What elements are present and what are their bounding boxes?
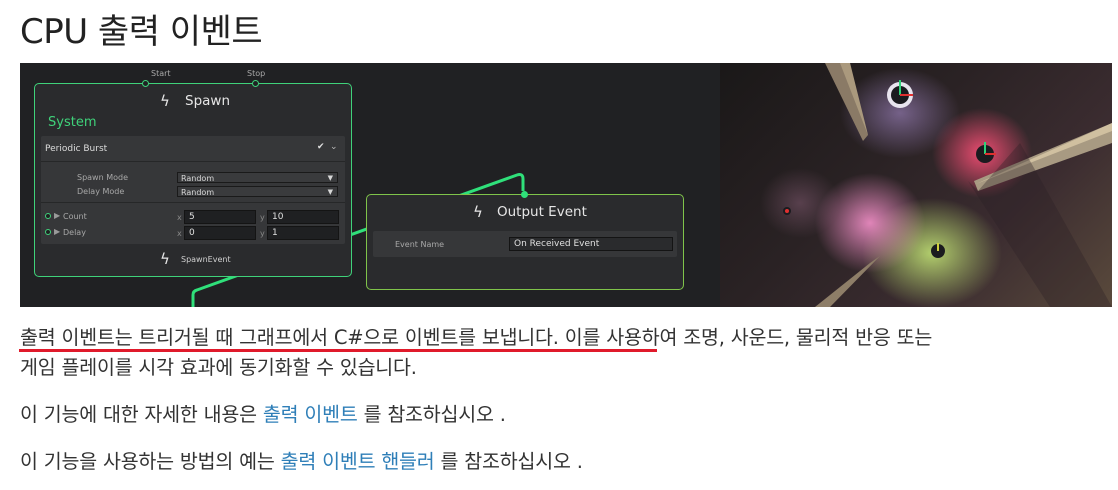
count-x-label: x bbox=[177, 213, 182, 222]
more-info-suffix: 를 참조하십시오 . bbox=[357, 403, 506, 426]
spike-bottom bbox=[815, 256, 880, 307]
example-prefix: 이 기능을 사용하는 방법의 예는 bbox=[20, 450, 281, 473]
delay-expand-icon[interactable]: ▶ bbox=[54, 227, 60, 236]
paragraph-description-line2: 게임 플레이를 시각 효과에 동기화할 수 있습니다. bbox=[20, 356, 417, 379]
start-port[interactable] bbox=[142, 80, 149, 87]
paragraph-example: 이 기능을 사용하는 방법의 예는 출력 이벤트 핸들러 를 참조하십시오 . bbox=[20, 447, 583, 477]
event-name-input[interactable]: On Received Event bbox=[509, 237, 673, 251]
paragraph-more-info: 이 기능에 대한 자세한 내용은 출력 이벤트 를 참조하십시오 . bbox=[20, 400, 506, 430]
block-enabled-checkbox-icon[interactable]: ✔ bbox=[317, 142, 325, 152]
spawn-bolt-icon: ϟ bbox=[160, 92, 170, 110]
delay-y-label: y bbox=[260, 229, 265, 238]
delay-label: Delay bbox=[63, 228, 86, 237]
scene-preview bbox=[720, 63, 1112, 307]
more-info-prefix: 이 기능에 대한 자세한 내용은 bbox=[20, 403, 263, 426]
page-title: CPU 출력 이벤트 bbox=[20, 12, 263, 52]
example-suffix: 를 참조하십시오 . bbox=[434, 450, 583, 473]
vfx-graph-figure: ϟ Spawn System Periodic Burst ✔ ⌄ Spawn … bbox=[20, 63, 1112, 307]
spawnevent-output-label: SpawnEvent bbox=[181, 255, 231, 264]
delay-mode-label: Delay Mode bbox=[77, 187, 125, 196]
spawn-mode-dropdown-arrow-icon: ▼ bbox=[327, 174, 333, 182]
output-event-handler-link[interactable]: 출력 이벤트 핸들러 bbox=[281, 450, 435, 473]
paragraph-description-rest: . 이를 사용하여 조명, 사운드, 물리적 반응 또는 bbox=[552, 326, 933, 349]
delay-mode-dropdown-arrow-icon: ▼ bbox=[327, 188, 333, 196]
delay-mode-value: Random bbox=[181, 188, 215, 197]
system-context-label: System bbox=[48, 115, 97, 130]
output-event-input-port[interactable] bbox=[521, 191, 528, 198]
count-y-input[interactable]: 10 bbox=[267, 210, 339, 224]
output-event-bolt-icon: ϟ bbox=[473, 203, 483, 221]
event-name-label: Event Name bbox=[395, 240, 445, 249]
highlighted-sentence: 출력 이벤트는 트리거될 때 그래프에서 C#으로 이벤트를 보냅니다 bbox=[20, 326, 553, 349]
stop-port-label: Stop bbox=[247, 69, 266, 78]
spawn-mode-value: Random bbox=[181, 174, 215, 183]
delay-input-port[interactable] bbox=[45, 229, 51, 235]
graph-canvas: ϟ Spawn System Periodic Burst ✔ ⌄ Spawn … bbox=[20, 63, 720, 307]
periodic-burst-block[interactable]: Periodic Burst ✔ ⌄ Spawn Mode Random ▼ D… bbox=[41, 136, 345, 244]
spawnevent-bolt-icon: ϟ bbox=[160, 250, 170, 268]
delay-y-input[interactable]: 1 bbox=[267, 226, 339, 240]
spawn-node[interactable]: ϟ Spawn System Periodic Burst ✔ ⌄ Spawn … bbox=[34, 80, 352, 277]
spawn-mode-label: Spawn Mode bbox=[77, 173, 129, 182]
event-name-row: Event Name On Received Event bbox=[373, 231, 677, 257]
count-label: Count bbox=[63, 212, 87, 221]
delay-x-input[interactable]: 0 bbox=[184, 226, 256, 240]
output-event-title: Output Event bbox=[497, 204, 587, 220]
start-port-label: Start bbox=[151, 69, 171, 78]
output-event-node[interactable]: ϟ Output Event Event Name On Received Ev… bbox=[366, 191, 684, 290]
count-y-label: y bbox=[260, 213, 265, 222]
delay-x-label: x bbox=[177, 229, 182, 238]
delay-mode-dropdown[interactable]: Random ▼ bbox=[177, 186, 338, 197]
count-expand-icon[interactable]: ▶ bbox=[54, 211, 60, 220]
stop-port[interactable] bbox=[252, 80, 259, 87]
count-input-port[interactable] bbox=[45, 213, 51, 219]
output-event-link[interactable]: 출력 이벤트 bbox=[263, 403, 358, 426]
count-x-input[interactable]: 5 bbox=[184, 210, 256, 224]
periodic-burst-title: Periodic Burst bbox=[45, 144, 108, 154]
spawn-node-title: Spawn bbox=[185, 93, 231, 109]
scene-objects bbox=[783, 63, 1112, 307]
paragraph-description: 출력 이벤트는 트리거될 때 그래프에서 C#으로 이벤트를 보냅니다. 이를 … bbox=[20, 323, 932, 383]
spawn-mode-dropdown[interactable]: Random ▼ bbox=[177, 172, 338, 183]
block-collapse-chevron-icon[interactable]: ⌄ bbox=[330, 142, 338, 152]
